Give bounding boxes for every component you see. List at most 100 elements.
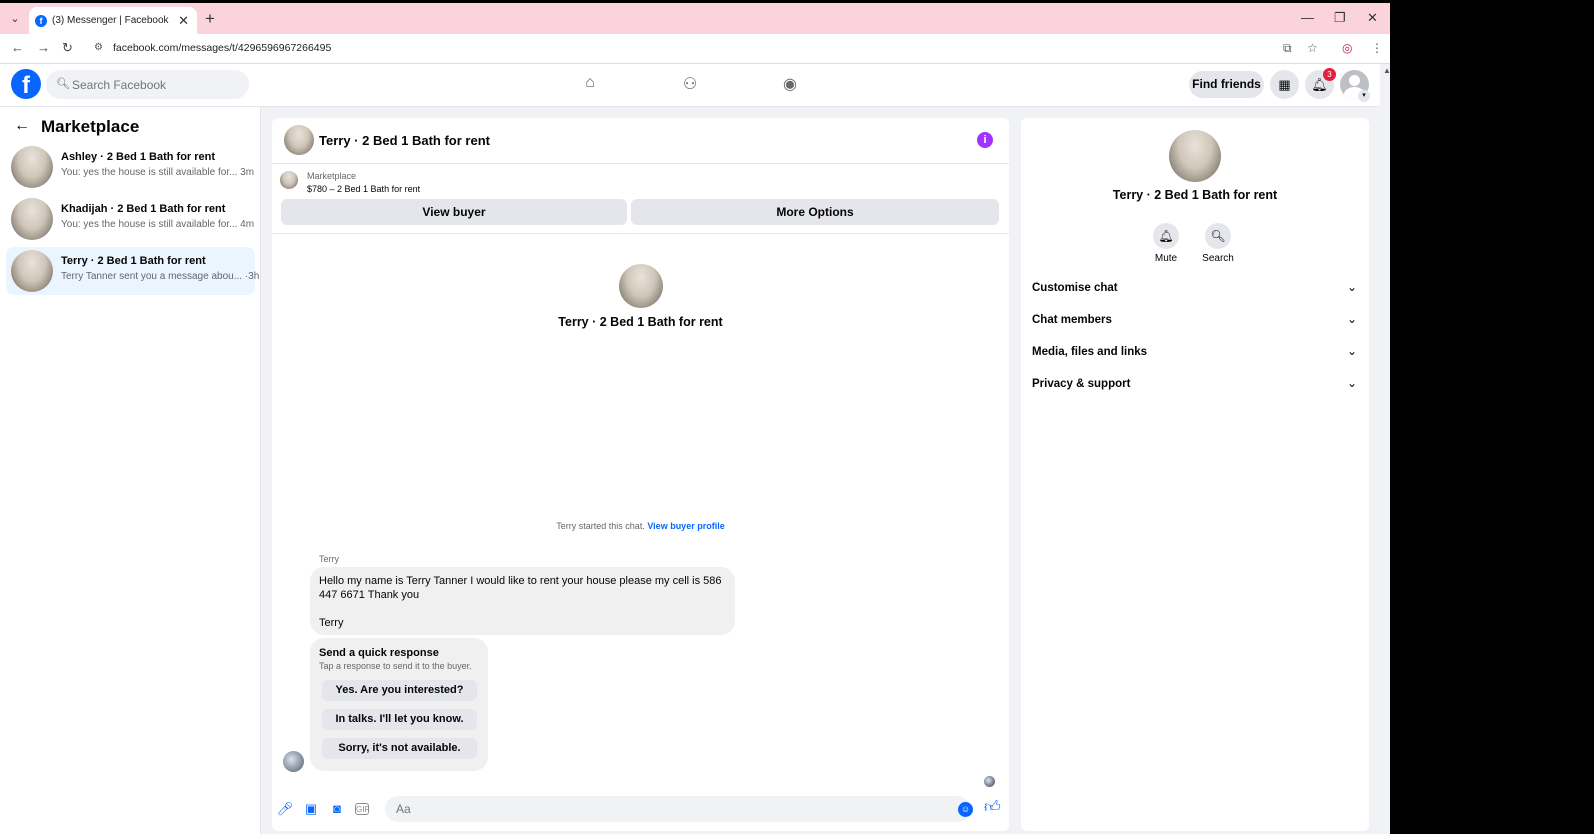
thumbs-up-icon[interactable]: 👍︎ <box>984 798 1001 817</box>
restore-icon[interactable]: ❐ <box>1334 10 1346 26</box>
more-options-button[interactable]: More Options <box>631 199 999 225</box>
conversation-name: Terry · 2 Bed 1 Bath for rent <box>61 255 206 267</box>
close-window-icon[interactable]: ✕ <box>1367 10 1378 26</box>
quick-response-subtitle: Tap a response to send it to the buyer. <box>319 661 472 671</box>
groups-icon[interactable]: ◉ <box>778 74 802 96</box>
listing-thumbnail <box>280 171 298 189</box>
search-icon[interactable]: 🔍︎ <box>1205 223 1231 249</box>
facebook-logo-icon[interactable]: f <box>11 69 41 99</box>
gif-icon[interactable]: GIF <box>355 803 369 815</box>
friends-icon[interactable]: ⚇ <box>678 74 702 96</box>
conversation-info-panel: Terry · 2 Bed 1 Bath for rent 🔔︎ Mute 🔍︎… <box>1021 118 1369 831</box>
section-title: Privacy & support <box>1032 378 1131 390</box>
find-friends-button[interactable]: Find friends <box>1189 71 1264 98</box>
section-customise-chat[interactable]: Customise chat ⌄ <box>1032 275 1357 303</box>
tab-list-icon[interactable]: ⌄ <box>6 10 24 28</box>
mute-label: Mute <box>1154 253 1178 264</box>
browser-tab[interactable]: f (3) Messenger | Facebook ✕ <box>29 7 197 37</box>
search-box[interactable]: 🔍︎ <box>46 70 249 99</box>
conversation-name: Khadijah · 2 Bed 1 Bath for rent <box>61 203 226 215</box>
quick-reply-button[interactable]: Sorry, it's not available. <box>322 738 477 759</box>
quick-response-title: Send a quick response <box>319 647 439 659</box>
chevron-down-icon: ⌄ <box>1346 312 1357 326</box>
back-arrow-icon[interactable]: ← <box>14 117 30 135</box>
browser-toolbar: ← → ↻ ⚙ facebook.com/messages/t/42965969… <box>0 34 1390 64</box>
section-title: Customise chat <box>1032 282 1118 294</box>
notification-badge: 3 <box>1323 68 1336 81</box>
browser-menu-icon[interactable]: ⋮ <box>1371 41 1383 55</box>
chevron-down-icon: ⌄ <box>1346 344 1357 358</box>
chevron-down-icon[interactable]: ▾ <box>1358 90 1370 102</box>
started-text: Terry started this chat. <box>556 521 645 531</box>
info-name: Terry · 2 Bed 1 Bath for rent <box>1112 188 1278 202</box>
bookmark-star-icon[interactable]: ☆ <box>1307 41 1318 55</box>
url-text[interactable]: facebook.com/messages/t/4296596967266495 <box>113 42 331 54</box>
home-icon[interactable]: ⌂ <box>578 74 602 96</box>
forward-icon[interactable]: → <box>37 40 50 55</box>
section-title: Media, files and links <box>1032 346 1148 358</box>
install-app-icon[interactable]: ⧉ <box>1283 41 1292 56</box>
intro-avatar <box>619 264 663 308</box>
conversation-snippet: You: yes the house is still available fo… <box>61 167 255 178</box>
scrollbar-up-arrow[interactable]: ▲ <box>1383 66 1390 75</box>
facebook-favicon-icon: f <box>35 15 47 27</box>
sidebar-title: Marketplace <box>41 117 140 136</box>
info-avatar <box>1169 130 1221 182</box>
listing-avatar <box>11 250 53 292</box>
message-text: Hello my name is Terry Tanner I would li… <box>319 575 722 601</box>
conversation-item[interactable]: Ashley · 2 Bed 1 Bath for rent You: yes … <box>6 143 255 191</box>
emoji-icon[interactable]: ☺ <box>958 802 973 817</box>
conversation-snippet: Terry Tanner sent you a message abou... … <box>61 271 260 282</box>
view-buyer-button[interactable]: View buyer <box>281 199 627 225</box>
chat-avatar[interactable] <box>284 125 314 155</box>
search-icon: 🔍︎ <box>56 78 70 90</box>
listing-avatar <box>11 146 53 188</box>
message-input[interactable] <box>385 796 970 822</box>
conversation-item-active[interactable]: Terry · 2 Bed 1 Bath for rent Terry Tann… <box>6 247 259 295</box>
search-label: Search <box>1202 253 1234 264</box>
message-signature: Terry <box>319 617 344 629</box>
view-buyer-profile-link[interactable]: View buyer profile <box>647 521 724 531</box>
tab-strip: ⌄ f (3) Messenger | Facebook ✕ + — ❐ ✕ <box>0 0 1390 37</box>
profile-icon[interactable]: ◎ <box>1342 41 1352 55</box>
section-media-files-links[interactable]: Media, files and links ⌄ <box>1032 339 1357 367</box>
site-info-icon[interactable]: ⚙ <box>94 42 107 55</box>
facebook-header: f 🔍︎ ⌂ ⚇ ◉ Find friends ▦ 🔔︎ 3 ▾ <box>0 64 1380 107</box>
info-icon[interactable]: i <box>977 132 993 148</box>
tab-title: (3) Messenger | Facebook <box>52 15 169 26</box>
conversation-item[interactable]: Khadijah · 2 Bed 1 Bath for rent You: ye… <box>6 195 255 243</box>
conversation-snippet: You: yes the house is still available fo… <box>61 219 255 230</box>
browser-window: ⌄ f (3) Messenger | Facebook ✕ + — ❐ ✕ ←… <box>0 0 1390 834</box>
marketplace-label: Marketplace <box>307 171 357 181</box>
conversation-name: Ashley · 2 Bed 1 Bath for rent <box>61 151 216 163</box>
listing-avatar <box>11 198 53 240</box>
close-tab-icon[interactable]: ✕ <box>178 13 189 29</box>
section-chat-members[interactable]: Chat members ⌄ <box>1032 307 1357 335</box>
new-tab-icon[interactable]: + <box>205 9 215 29</box>
chat-header: Terry · 2 Bed 1 Bath for rent i <box>272 118 1009 164</box>
address-bar[interactable]: ⚙ facebook.com/messages/t/42965969672664… <box>88 37 1338 60</box>
menu-grid-icon[interactable]: ▦ <box>1270 70 1299 99</box>
mute-bell-icon[interactable]: 🔔︎ <box>1153 223 1179 249</box>
quick-reply-button[interactable]: In talks. I'll let you know. <box>322 709 477 730</box>
back-icon[interactable]: ← <box>11 40 24 55</box>
marketplace-sidebar: ← Marketplace Ashley · 2 Bed 1 Bath for … <box>0 107 261 834</box>
reload-icon[interactable]: ↻ <box>62 40 73 56</box>
quick-response-card: Send a quick response Tap a response to … <box>310 638 488 771</box>
photo-icon[interactable]: ▣ <box>302 801 320 817</box>
chat-panel: Terry · 2 Bed 1 Bath for rent i Marketpl… <box>272 118 1009 831</box>
minimize-icon[interactable]: — <box>1301 10 1314 25</box>
section-title: Chat members <box>1032 314 1112 326</box>
search-input[interactable] <box>72 70 242 99</box>
marketplace-listing-strip: Marketplace $780 – 2 Bed 1 Bath for rent… <box>272 164 1009 234</box>
microphone-icon[interactable]: 🎤︎ <box>276 801 294 817</box>
quick-reply-button[interactable]: Yes. Are you interested? <box>322 680 477 701</box>
chat-title[interactable]: Terry · 2 Bed 1 Bath for rent <box>319 133 490 148</box>
sender-avatar <box>283 751 304 772</box>
chevron-down-icon: ⌄ <box>1346 376 1357 390</box>
chat-started-notice: Terry started this chat. View buyer prof… <box>272 521 1009 531</box>
seen-indicator-avatar <box>984 776 995 787</box>
message-bubble[interactable]: Hello my name is Terry Tanner I would li… <box>310 567 735 635</box>
sticker-icon[interactable]: ◙ <box>328 801 346 816</box>
section-privacy-support[interactable]: Privacy & support ⌄ <box>1032 371 1357 399</box>
